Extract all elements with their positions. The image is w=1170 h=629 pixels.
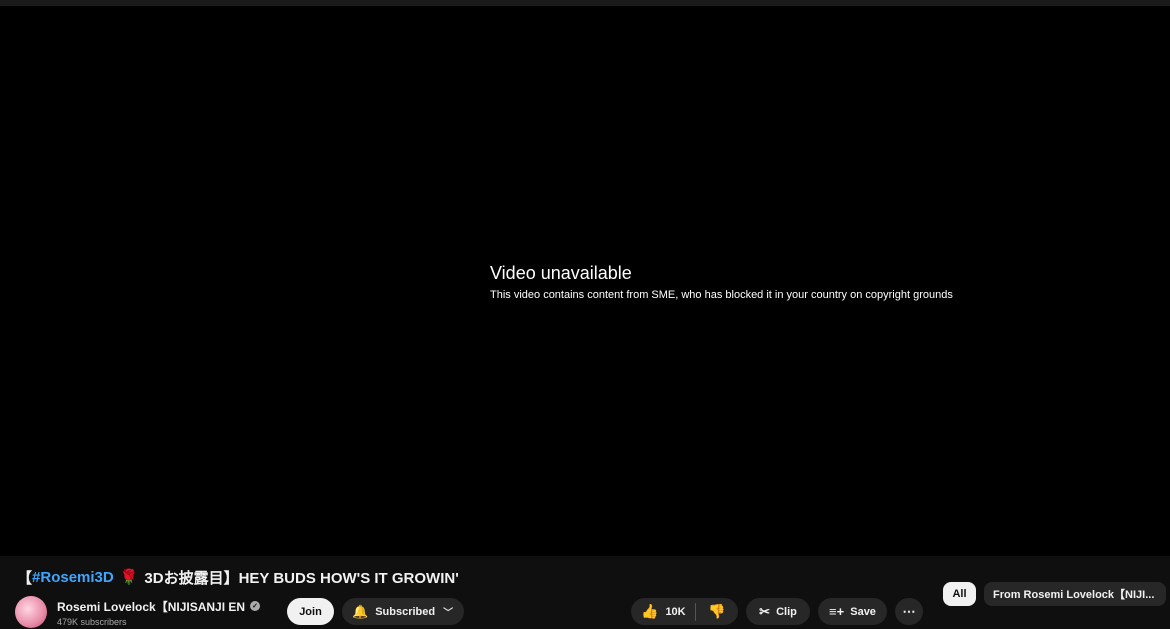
title-bracket: 【	[17, 569, 33, 587]
chip-from-channel[interactable]: From Rosemi Lovelock【NIJI...	[984, 582, 1166, 606]
like-count: 10K	[665, 605, 686, 618]
error-title: Video unavailable	[490, 263, 632, 283]
scissors-icon: ✂	[759, 603, 771, 619]
chip-from-label: From Rosemi Lovelock【NIJI...	[993, 589, 1155, 601]
save-button[interactable]: ≡+ Save	[818, 598, 887, 625]
channel-avatar[interactable]	[15, 596, 47, 628]
subscribed-button[interactable]: 🔔 Subscribed ﹀	[342, 598, 464, 625]
clip-button[interactable]: ✂ Clip	[746, 598, 810, 625]
video-player[interactable]: Video unavailable This video contains co…	[0, 6, 1170, 556]
thumbs-up-icon: 👍	[641, 603, 659, 619]
save-label: Save	[850, 605, 876, 618]
channel-name: Rosemi Lovelock【NIJISANJI EN	[57, 599, 246, 614]
chevron-down-icon: ﹀	[443, 608, 454, 619]
verified-icon: ✓	[250, 601, 261, 611]
video-owner: Rosemi Lovelock【NIJISANJI EN ✓ 479K subs…	[15, 595, 277, 629]
bell-icon: 🔔	[352, 603, 369, 619]
chip-all[interactable]: All	[943, 582, 976, 606]
subscribed-label: Subscribed	[375, 605, 436, 618]
rose-icon: 🌹	[119, 569, 139, 586]
like-button[interactable]: 👍 10K	[631, 598, 695, 625]
more-actions-button[interactable]: ⋯	[895, 598, 923, 625]
title-hashtag-link[interactable]: #Rosemi3D	[32, 569, 114, 586]
join-button[interactable]: Join	[287, 598, 334, 625]
player-error: Video unavailable This video contains co…	[490, 262, 953, 302]
subscriber-count: 479K subscribers	[57, 616, 127, 627]
clip-label: Clip	[776, 605, 797, 618]
more-icon: ⋯	[902, 603, 916, 619]
thumbs-down-icon: 👎	[708, 603, 726, 619]
error-message: This video contains content from SME, wh…	[490, 289, 953, 301]
playlist-add-icon: ≡+	[829, 604, 845, 619]
like-dislike-bar: 👍 10K 👎	[631, 598, 738, 625]
video-title: 【 #Rosemi3D 🌹 3Dお披露目】HEY BUDS HOW'S IT G…	[17, 566, 459, 588]
channel-info: Rosemi Lovelock【NIJISANJI EN ✓ 479K subs…	[57, 598, 277, 627]
channel-name-link[interactable]: Rosemi Lovelock【NIJISANJI EN ✓	[57, 598, 277, 615]
title-text: 3Dお披露目】HEY BUDS HOW'S IT GROWIN'	[144, 569, 459, 587]
dislike-button[interactable]: 👎	[696, 598, 738, 625]
